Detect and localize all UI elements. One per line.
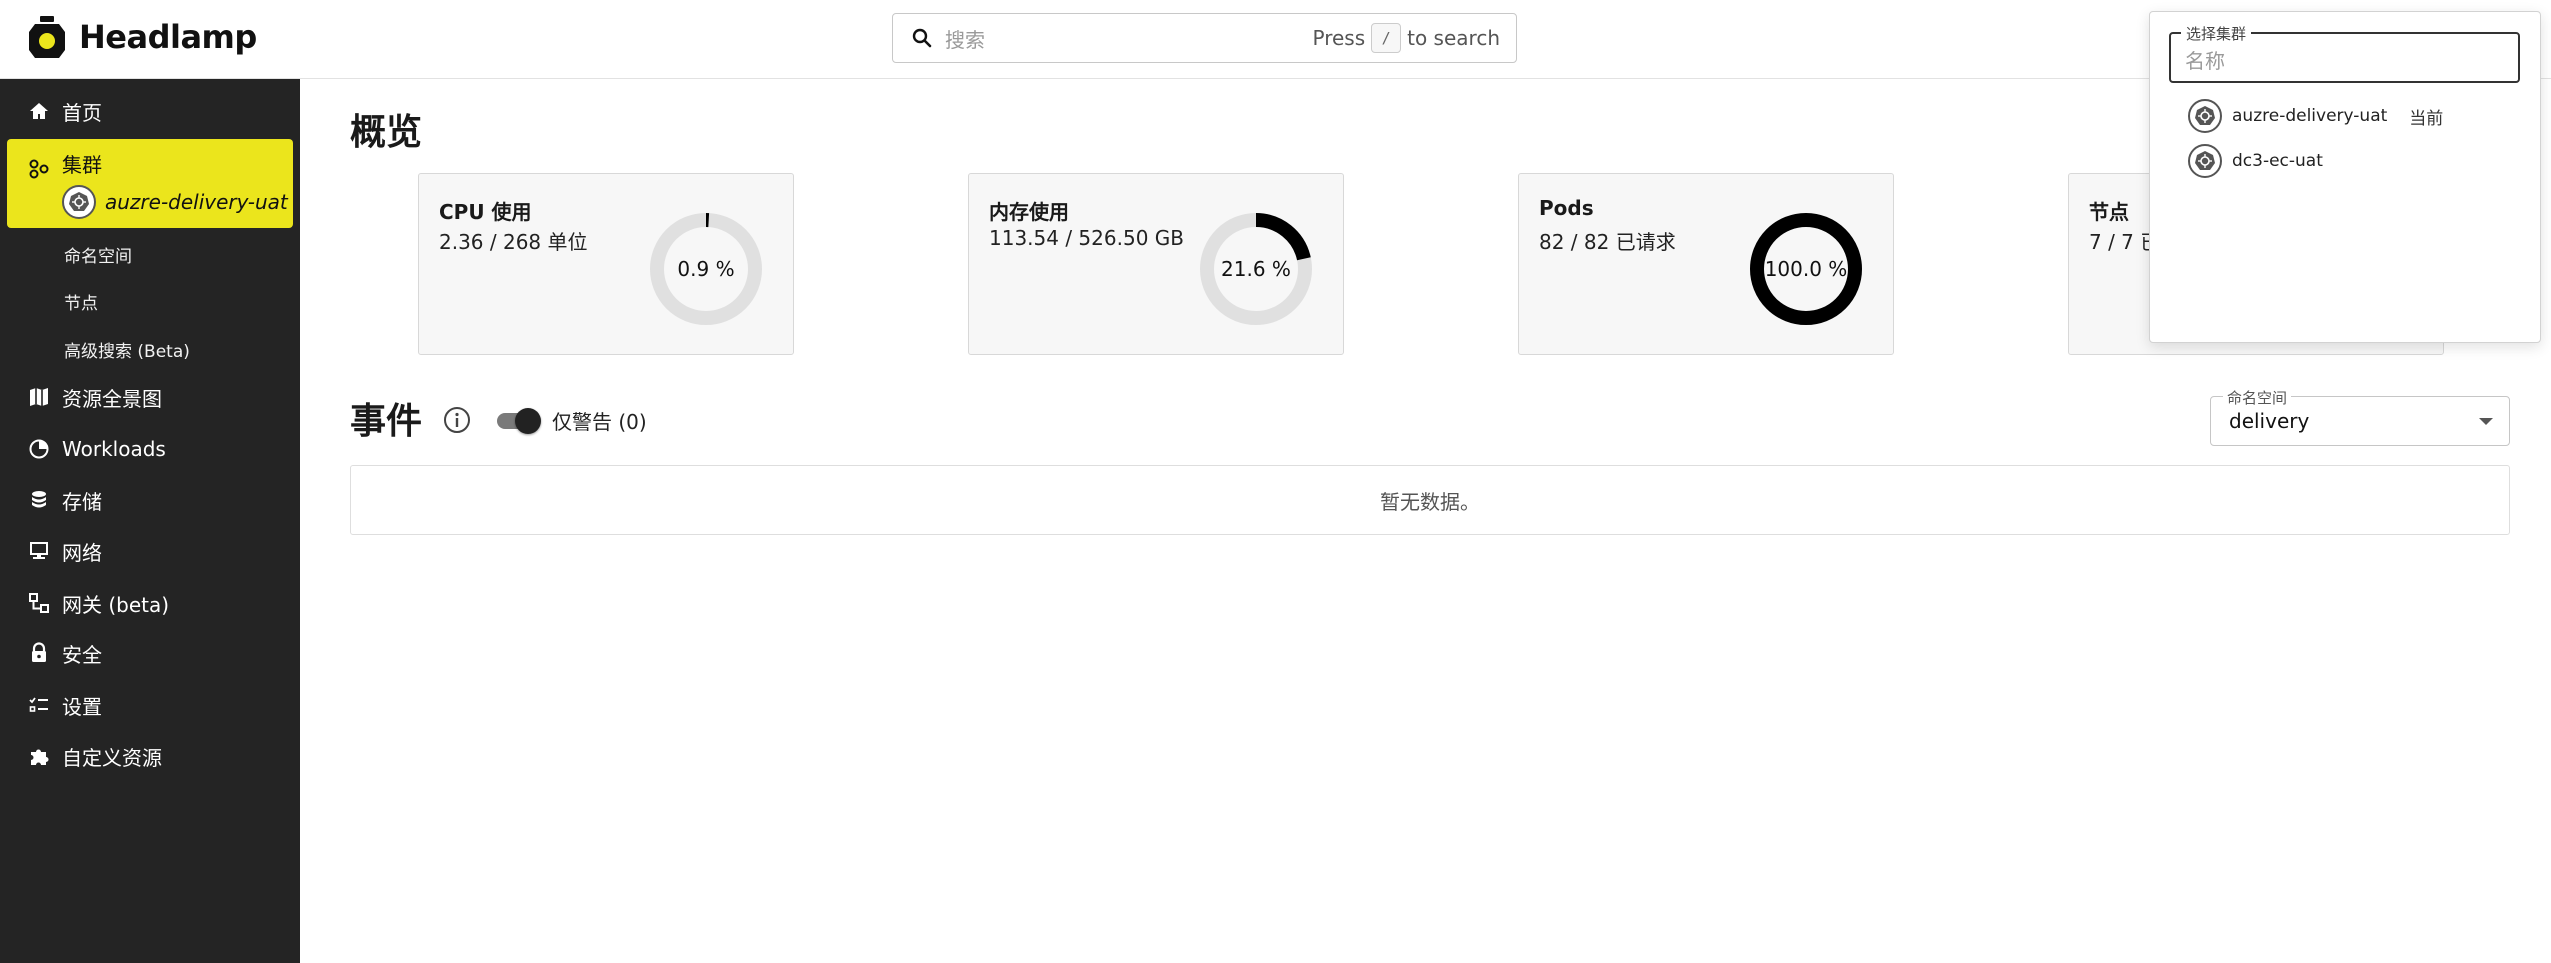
sidebar-item-cluster[interactable]: 集群 auzre-delivery-uat: [7, 139, 293, 228]
cluster-search-placeholder: 名称: [2185, 49, 2225, 73]
sidebar-item-label: 资源全景图: [62, 386, 162, 411]
search-hint-prefix: Press: [1312, 26, 1366, 50]
app-title: Headlamp: [79, 18, 257, 56]
events-title: 事件: [350, 401, 423, 442]
sidebar-item-settings[interactable]: 设置: [0, 683, 300, 727]
sidebar-item-storage[interactable]: 存储: [0, 478, 300, 522]
kubernetes-icon: [62, 185, 96, 219]
sidebar-item-workloads[interactable]: Workloads: [0, 427, 300, 471]
cluster-chooser-popover: 选择集群 名称 auzre-delivery-uat 当前 dc3-ec-uat: [2149, 11, 2541, 343]
sidebar-item-label: 集群: [62, 153, 102, 177]
cluster-icon: [28, 158, 50, 180]
sidebar-sub-item-advanced-search[interactable]: 高级搜索 (Beta): [64, 337, 190, 362]
headlamp-logo[interactable]: Headlamp: [29, 16, 257, 58]
sidebar: 首页 集群 auzre-delivery-uat 命名空间 节点 高级搜索 (B…: [0, 79, 300, 963]
card-title: Pods: [1539, 196, 1594, 220]
warnings-only-label: 仅警告 (0): [552, 410, 647, 434]
namespace-select-value: delivery: [2229, 409, 2310, 433]
card-title: CPU 使用: [439, 200, 532, 224]
cluster-search-input[interactable]: 选择集群 名称: [2169, 23, 2520, 83]
sidebar-item-network[interactable]: 网络: [0, 529, 300, 573]
card-title: 节点: [2089, 200, 2129, 224]
sidebar-sub-item-nodes[interactable]: 节点: [64, 289, 98, 314]
kubernetes-icon: [2188, 99, 2222, 133]
events-table-empty: 暂无数据。: [350, 465, 2510, 535]
cluster-option[interactable]: auzre-delivery-uat 当前: [2188, 98, 2443, 134]
sidebar-item-label: Workloads: [62, 437, 166, 461]
toggle-thumb: [515, 408, 541, 434]
workloads-icon: [28, 438, 50, 460]
search-shortcut-hint: Press / to search: [1312, 23, 1500, 53]
card-subtitle: 82 / 82 已请求: [1539, 230, 1676, 254]
cluster-option-name: auzre-delivery-uat: [2232, 106, 2388, 126]
sidebar-item-label: 存储: [62, 489, 102, 514]
sidebar-item-security[interactable]: 安全: [0, 631, 300, 675]
home-icon: [28, 100, 50, 122]
usage-percent-label: 21.6 %: [1221, 257, 1291, 281]
storage-icon: [28, 489, 50, 511]
memory-usage-card: 内存使用 113.54 / 526.50 GB 21.6 %: [968, 173, 1344, 355]
sidebar-item-label: 网络: [62, 540, 102, 565]
cpu-usage-card: CPU 使用 2.36 / 268 单位 0.9 %: [418, 173, 794, 355]
cluster-search-label: 选择集群: [2181, 23, 2252, 44]
namespace-select-label: 命名空间: [2223, 387, 2292, 408]
gateway-icon: [28, 592, 50, 614]
search-icon: [912, 28, 932, 48]
sidebar-item-label: 设置: [62, 694, 102, 719]
sidebar-item-label: 网关 (beta): [62, 592, 170, 617]
active-cluster-chip[interactable]: auzre-delivery-uat: [62, 185, 288, 219]
network-icon: [28, 540, 50, 562]
kubernetes-icon: [2188, 144, 2222, 178]
search-hint-suffix: to search: [1407, 26, 1500, 50]
sidebar-item-home[interactable]: 首页: [0, 89, 300, 133]
active-cluster-name: auzre-delivery-uat: [105, 190, 288, 214]
sidebar-item-label: 安全: [62, 642, 102, 667]
sidebar-item-gateway[interactable]: 网关 (beta): [0, 581, 300, 625]
cluster-option-name: dc3-ec-uat: [2232, 151, 2323, 171]
card-title: 内存使用: [989, 200, 1069, 224]
settings-icon: [28, 694, 50, 716]
sidebar-sub-item-namespaces[interactable]: 命名空间: [64, 242, 132, 267]
headlamp-logo-icon: [29, 16, 65, 58]
sidebar-item-label: 自定义资源: [62, 745, 162, 770]
chevron-down-icon: [2479, 418, 2493, 425]
info-icon[interactable]: [442, 405, 472, 435]
pods-usage-card: Pods 82 / 82 已请求 100.0 %: [1518, 173, 1894, 355]
map-icon: [28, 386, 50, 408]
current-cluster-tag: 当前: [2409, 108, 2444, 129]
card-subtitle: 113.54 / 526.50 GB: [989, 226, 1184, 250]
page-title: 概览: [350, 112, 423, 153]
sidebar-item-map[interactable]: 资源全景图: [0, 375, 300, 419]
global-search[interactable]: 搜索 Press / to search: [892, 13, 1517, 63]
usage-percent-label: 100.0 %: [1764, 257, 1848, 281]
sidebar-item-label: 首页: [62, 100, 102, 125]
namespace-select[interactable]: 命名空间 delivery: [2210, 387, 2510, 446]
lock-icon: [28, 642, 50, 664]
sidebar-item-custom-resources[interactable]: 自定义资源: [0, 734, 300, 778]
puzzle-icon: [28, 745, 50, 767]
usage-percent-label: 0.9 %: [677, 257, 735, 281]
card-subtitle: 2.36 / 268 单位: [439, 230, 588, 254]
search-shortcut-key: /: [1371, 23, 1402, 53]
search-placeholder: 搜索: [945, 27, 985, 52]
warnings-only-toggle[interactable]: [493, 408, 541, 434]
empty-state-text: 暂无数据。: [1380, 489, 1480, 514]
cluster-option[interactable]: dc3-ec-uat: [2188, 143, 2323, 179]
